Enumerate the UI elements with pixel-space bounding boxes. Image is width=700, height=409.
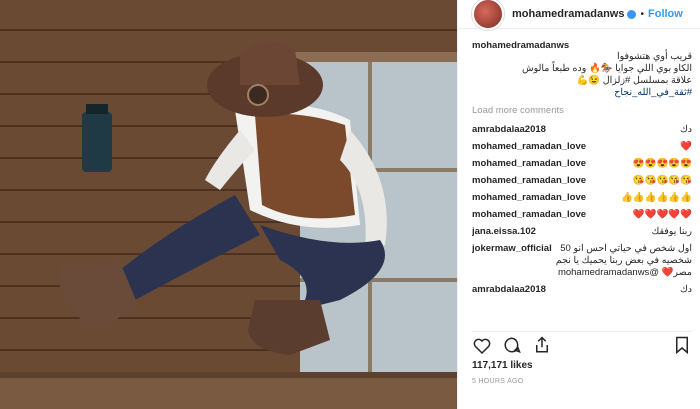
caption: mohamedramadanws قريب أوي هتشوفوا الكاو … [472,40,692,99]
comment-text: ربنا يوفقك [651,226,692,237]
comment-username[interactable]: mohamed_ramadan_love [472,175,586,187]
comments-section: mohamedramadanws قريب أوي هتشوفوا الكاو … [472,40,692,326]
bookmark-icon[interactable] [672,335,692,355]
comment-text: دك [679,124,692,135]
comment-text: 😍😍😍😍😍 [632,158,692,169]
comment-row: mohamed_ramadan_love ❤️❤️❤️❤️❤️ [472,209,692,221]
comment-username[interactable]: mohamed_ramadan_love [472,158,586,170]
comment-row: jana.eissa.102 ربنا يوفقك [472,226,692,238]
caption-username[interactable]: mohamedramadanws [472,40,569,51]
caption-line-1: قريب أوي هتشوفوا [616,51,692,62]
action-bar [472,331,692,358]
comment-text: 😘😘😘😘😘 [632,175,692,186]
comment-username[interactable]: jana.eissa.102 [472,226,536,238]
post-sidebar: mohamedramadanws • Follow mohamedramadan… [457,0,700,409]
comment-row: mohamed_ramadan_love 😍😍😍😍😍 [472,158,692,170]
post-header: mohamedramadanws • Follow [458,0,700,30]
load-more-comments-button[interactable]: Load more comments [472,105,692,116]
verified-icon [627,9,637,19]
post-timestamp: 5 HOURS AGO [472,378,524,385]
likes-count[interactable]: 117,171 likes [472,360,533,371]
comment-row: mohamed_ramadan_love ❤️ [472,141,692,153]
share-icon[interactable] [532,335,552,355]
comment-text: ❤️ [680,141,692,152]
comment-text: اول شخص في حياتي احس انو 50 شخصيه في بعض… [555,243,692,278]
comment-username[interactable]: amrabdalaa2018 [472,124,546,136]
comment-icon[interactable] [502,335,522,355]
caption-line-3: علاقة بمسلسل #زلزال 😉💪 [576,75,692,86]
comment-text: 👍👍👍👍👍👍 [621,192,692,203]
comment-row: amrabdalaa2018 دك [472,124,692,136]
comment-username[interactable]: mohamed_ramadan_love [472,192,586,204]
comment-username[interactable]: amrabdalaa2018 [472,284,546,296]
comment-username[interactable]: jokermaw_official [472,243,552,279]
comment-row: mohamed_ramadan_love 😘😘😘😘😘 [472,175,692,187]
heart-icon[interactable] [472,335,492,355]
comment-text: دك [679,284,692,295]
comment-row: jokermaw_official اول شخص في حياتي احس ا… [472,243,692,279]
cowboy-photo-illustration [0,0,457,409]
comment-username[interactable]: mohamed_ramadan_love [472,141,586,153]
separator-dot: • [640,8,644,20]
caption-hashtag[interactable]: #ثقة_في_الله_نجاح [472,87,692,99]
comment-text: ❤️❤️❤️❤️❤️ [632,209,692,220]
caption-line-2: الكاو بوي اللي جوايا 🏇🔥 وده طبعاً مالوش [521,63,692,74]
comment-row: amrabdalaa2018 دك [472,284,692,296]
comment-row: mohamed_ramadan_love 👍👍👍👍👍👍 [472,192,692,204]
avatar[interactable] [472,0,504,30]
comment-username[interactable]: mohamed_ramadan_love [472,209,586,221]
post-photo[interactable] [0,0,457,409]
header-username[interactable]: mohamedramadanws [512,8,624,20]
follow-button[interactable]: Follow [648,8,683,20]
